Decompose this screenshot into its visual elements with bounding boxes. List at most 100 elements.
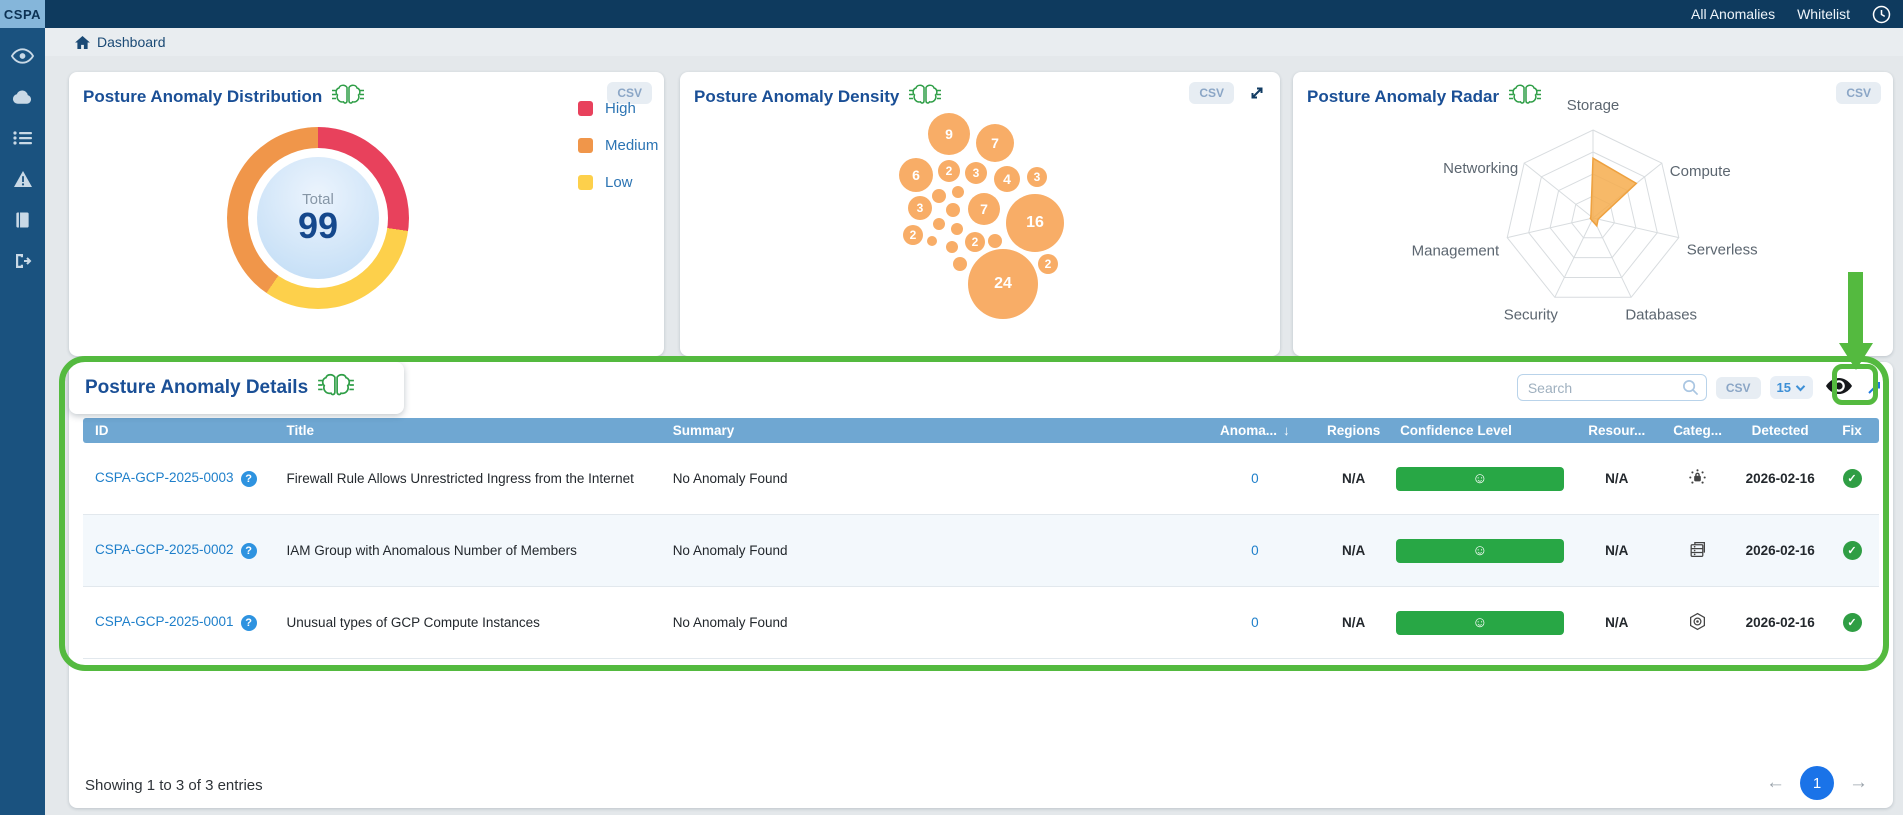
detected-date-cell: 2026-02-16 [1735, 515, 1825, 587]
density-bubble[interactable]: 9 [928, 113, 970, 155]
density-bubble[interactable]: 3 [965, 162, 987, 184]
anomaly-count-link[interactable]: 0 [1251, 543, 1259, 558]
showing-entries-text: Showing 1 to 3 of 3 entries [85, 777, 263, 794]
legend-swatch-low [578, 175, 593, 190]
legend-item-medium: Medium [578, 137, 658, 154]
fix-check-icon[interactable]: ✓ [1843, 541, 1862, 560]
fix-check-icon[interactable]: ✓ [1843, 469, 1862, 488]
density-bubble[interactable]: 2 [903, 225, 923, 245]
radar-axis-label: Databases [1625, 306, 1697, 323]
density-bubble[interactable] [988, 234, 1002, 248]
density-bubble[interactable]: 24 [968, 249, 1038, 319]
density-bubble[interactable]: 3 [1027, 167, 1047, 187]
dashboard-screen: CSPA All Anomalies Whitelist [0, 0, 1903, 815]
search-wrap [1517, 374, 1707, 401]
density-bubble[interactable]: 4 [994, 166, 1020, 192]
sidebar-item-signout[interactable] [10, 253, 36, 273]
anomaly-id-link[interactable]: CSPA-GCP-2025-0003 [95, 470, 234, 485]
fix-check-icon[interactable]: ✓ [1843, 613, 1862, 632]
density-bubble[interactable] [933, 218, 945, 230]
app-logo: CSPA [0, 0, 45, 28]
next-page-arrow[interactable]: → [1849, 772, 1868, 794]
anomaly-count-link[interactable]: 0 [1251, 471, 1259, 486]
density-card: Posture Anomaly Density CSV 976234337162… [680, 72, 1280, 356]
density-bubble[interactable] [953, 257, 967, 271]
eye-icon [1824, 376, 1854, 399]
eye-icon [11, 48, 34, 69]
radar-axis-label: Compute [1670, 163, 1731, 180]
anomaly-id-link[interactable]: CSPA-GCP-2025-0001 [95, 614, 234, 629]
details-controls: CSV 15 [1517, 374, 1883, 401]
anomaly-title-cell: IAM Group with Anomalous Number of Membe… [281, 515, 667, 587]
severity-legend: High Medium Low [578, 100, 658, 191]
density-bubble[interactable]: 6 [899, 158, 933, 192]
breadcrumb-dashboard[interactable]: Dashboard [97, 34, 166, 50]
table-row: CSPA-GCP-2025-0002? IAM Group with Anomal… [83, 515, 1879, 587]
table-row: CSPA-GCP-2025-0003? Firewall Rule Allows … [83, 443, 1879, 515]
sidebar-item-cloud[interactable] [10, 89, 36, 109]
clock-icon[interactable] [1872, 5, 1891, 24]
anomaly-count-link[interactable]: 0 [1251, 615, 1259, 630]
density-bubble[interactable] [946, 241, 958, 253]
density-bubble[interactable]: 7 [968, 193, 1000, 225]
topbar: CSPA All Anomalies Whitelist [0, 0, 1903, 28]
sidebar-item-alerts[interactable] [10, 171, 36, 191]
column-header-anoma[interactable]: Anoma...↓ [1197, 418, 1314, 443]
sidebar-item-list[interactable] [10, 130, 36, 150]
help-icon[interactable]: ? [241, 471, 257, 487]
density-bubble[interactable]: 3 [908, 196, 932, 220]
page-size-select[interactable]: 15 [1770, 376, 1813, 399]
anomaly-title-cell: Firewall Rule Allows Unrestricted Ingres… [281, 443, 667, 515]
help-icon[interactable]: ? [241, 615, 257, 631]
sidebar-item-overview[interactable] [10, 48, 36, 68]
sort-desc-icon[interactable]: ↓ [1283, 423, 1290, 438]
density-bubble[interactable] [952, 186, 964, 198]
radar-axis-label: Security [1504, 306, 1559, 323]
column-header-id[interactable]: ID [83, 418, 281, 443]
search-input[interactable] [1517, 374, 1707, 401]
warning-icon [13, 170, 33, 193]
column-header-regions[interactable]: Regions [1313, 418, 1394, 443]
all-anomalies-link[interactable]: All Anomalies [1691, 6, 1775, 22]
column-header-confidence-level[interactable]: Confidence Level [1394, 418, 1574, 443]
iam-group-icon[interactable] [1688, 540, 1707, 559]
density-bubble[interactable] [946, 203, 960, 217]
density-bubble[interactable] [951, 223, 963, 235]
firewall-network-icon[interactable] [1688, 468, 1707, 487]
confidence-level-bar: ☺ [1396, 467, 1564, 491]
density-bubble[interactable] [932, 189, 946, 203]
density-bubble[interactable]: 16 [1006, 194, 1064, 252]
column-header-resour[interactable]: Resour... [1574, 418, 1660, 443]
table-row: CSPA-GCP-2025-0001?Unusual types of GCP … [83, 587, 1879, 659]
anomaly-bubble-chart: 9762343371622242 [680, 72, 1280, 356]
anomaly-summary-cell: No Anomaly Found [667, 515, 1197, 587]
sidebar-item-reports[interactable] [10, 212, 36, 232]
column-header-fix[interactable]: Fix [1825, 418, 1879, 443]
page-1-button[interactable]: 1 [1800, 766, 1834, 800]
topbar-links: All Anomalies Whitelist [1691, 5, 1903, 24]
prev-page-arrow[interactable]: ← [1766, 772, 1785, 794]
detected-date-cell: 2026-02-16 [1735, 443, 1825, 515]
compute-instance-icon[interactable] [1688, 612, 1707, 631]
anomaly-id-link[interactable]: CSPA-GCP-2025-0002 [95, 542, 234, 557]
details-csv-button[interactable]: CSV [1716, 377, 1761, 399]
legend-item-high: High [578, 100, 658, 117]
whitelist-link[interactable]: Whitelist [1797, 6, 1850, 22]
density-bubble[interactable] [927, 236, 937, 246]
resources-cell: N/A [1574, 443, 1660, 515]
density-bubble[interactable]: 7 [976, 124, 1014, 162]
column-header-summary[interactable]: Summary [667, 418, 1197, 443]
column-header-title[interactable]: Title [281, 418, 667, 443]
density-bubble[interactable]: 2 [1038, 254, 1058, 274]
anomaly-donut-chart: Total 99 [227, 127, 409, 309]
details-expand-icon[interactable] [1865, 379, 1883, 397]
help-icon[interactable]: ? [241, 543, 257, 559]
density-bubble[interactable]: 2 [938, 160, 960, 182]
radar-axis-label: Storage [1567, 97, 1620, 114]
column-header-detected[interactable]: Detected [1735, 418, 1825, 443]
density-bubble[interactable]: 2 [965, 232, 985, 252]
column-header-categ[interactable]: Categ... [1660, 418, 1735, 443]
toggle-visibility-eye-button[interactable] [1822, 376, 1856, 400]
radar-axis-label: Networking [1443, 160, 1518, 177]
donut-center: Total 99 [257, 157, 379, 279]
